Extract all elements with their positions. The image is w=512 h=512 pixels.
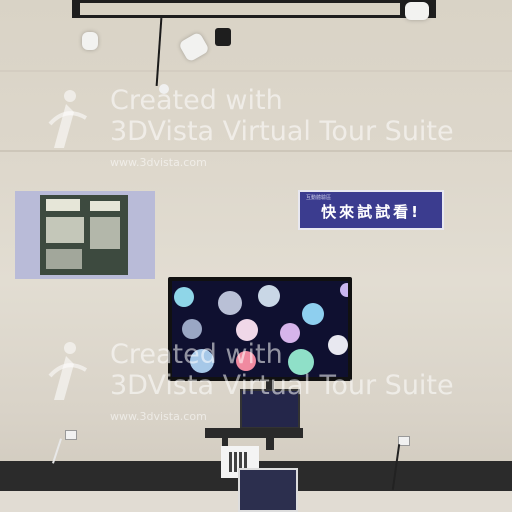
spotlight-dark <box>215 28 231 46</box>
spotlight <box>82 32 98 50</box>
spotlight <box>178 31 210 63</box>
3dvista-logo <box>48 90 88 148</box>
wall-sign: 互動體驗區 快來試試看! <box>298 190 444 230</box>
3dvista-logo <box>48 342 88 400</box>
watermark-line2: 3DVista Virtual Tour Suite <box>110 370 454 401</box>
ceiling-track-gap <box>80 3 400 15</box>
power-cable <box>52 438 62 464</box>
watermark-line1: Created with <box>110 339 283 370</box>
spotlight <box>405 2 429 20</box>
sign-small-text: 互動體驗區 <box>306 195 332 201</box>
hanging-cable <box>155 18 163 86</box>
exhibition-photo: 互動體驗區 快來試試看! Created with 3DVista Virtua <box>0 0 512 512</box>
wall-outlet <box>65 430 77 440</box>
wall-seam <box>0 70 512 72</box>
watermark-url: www.3dvista.com <box>110 410 207 423</box>
watermark-line1: Created with <box>110 85 283 116</box>
projected-poster <box>40 195 128 275</box>
watermark-line2: 3DVista Virtual Tour Suite <box>110 116 454 147</box>
sign-main-text: 快來試試看! <box>321 203 421 221</box>
laptop-desk <box>205 428 303 438</box>
watermark-url: www.3dvista.com <box>110 156 207 169</box>
wall-seam <box>0 150 512 152</box>
display-pedestal <box>238 468 298 512</box>
